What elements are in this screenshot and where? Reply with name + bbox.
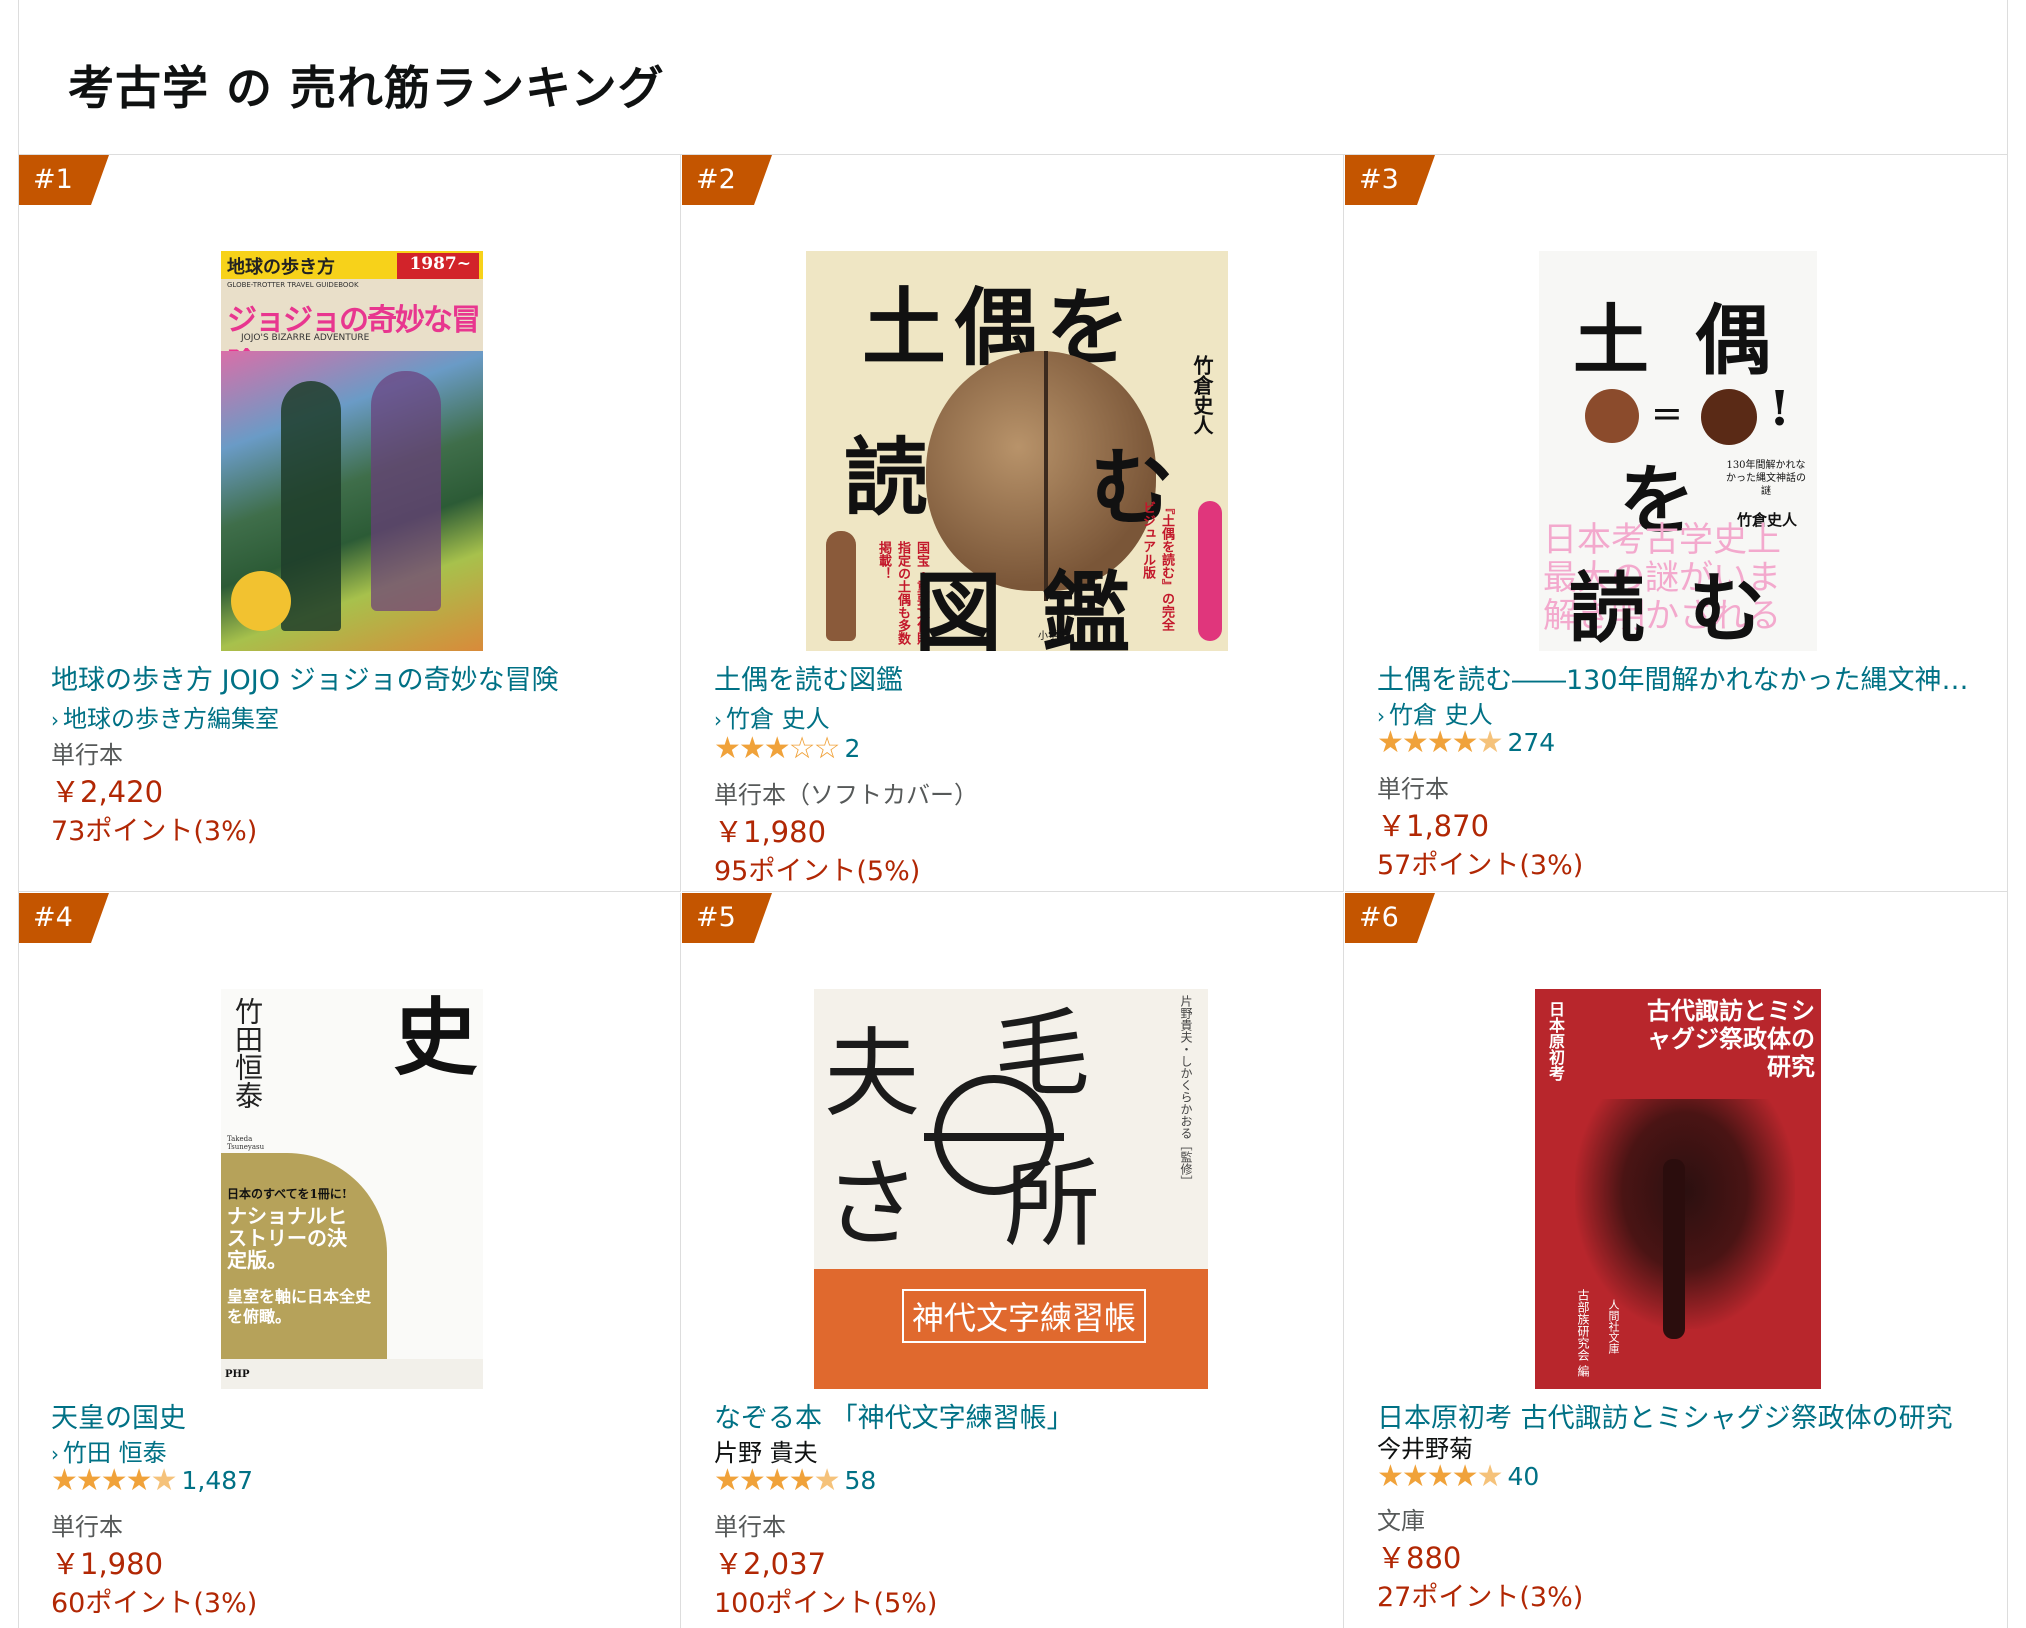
price: ￥880: [1377, 1541, 1462, 1575]
book-cover-image[interactable]: 土偶を 竹倉史人 読 む 国宝・重要文化財指定の土偶も多数掲載！ 図 鑑 『土偶…: [806, 251, 1228, 651]
star-rating-icon: ★★★★★: [714, 1462, 840, 1498]
ranking-item: #4 竹田恒泰 Takeda Tsuneyasu 天皇の国史 日本のすべてを1冊…: [19, 893, 681, 1628]
price: ￥1,870: [1377, 809, 1490, 843]
price: ￥2,420: [51, 775, 164, 809]
book-cover-image[interactable]: 夫 毛 さ 所 片野貴夫・しかくらかおる［監修］ 神代文字練習帳: [814, 989, 1208, 1389]
star-rating[interactable]: ★★★☆☆ 2: [714, 730, 860, 766]
price: ￥1,980: [714, 815, 827, 849]
star-rating-icon: ★★★★★: [1377, 724, 1503, 760]
book-title-link[interactable]: なぞる本 「神代文字練習帳」: [714, 1396, 1324, 1435]
star-rating[interactable]: ★★★★★ 40: [1377, 1458, 1539, 1494]
book-cover-image[interactable]: 土 偶 = ! を 130年間解かれなかった縄文神話の謎 竹倉史人 日本考古学史…: [1539, 251, 1817, 651]
book-cover-image[interactable]: 地球の歩き方 1987~ GLOBE-TROTTER TRAVEL GUIDEB…: [221, 251, 483, 651]
cover-blurb-2: ナショナルヒストリーの決定版。: [227, 1204, 347, 1272]
cover-publisher: PHP: [225, 1369, 250, 1380]
cover-title-5: む: [1689, 564, 1765, 651]
rank-badge: #3: [1345, 155, 1435, 205]
cover-series-title: 地球の歩き方: [227, 257, 335, 278]
cover-title-bottom: 図: [914, 561, 1003, 651]
rank-badge: #4: [19, 893, 109, 943]
chevron-right-icon: ›: [51, 708, 59, 732]
book-format: 単行本（ソフトカバー）: [714, 781, 978, 809]
cover-note: 130年間解かれなかった縄文神話の謎: [1726, 460, 1806, 497]
chevron-right-icon: ›: [714, 708, 722, 732]
star-rating-icon: ★★★☆☆: [714, 730, 840, 766]
price: ￥1,980: [51, 1547, 164, 1581]
author-link[interactable]: › 竹倉 史人: [714, 699, 830, 734]
rank-badge: #6: [1345, 893, 1435, 943]
star-rating[interactable]: ★★★★★ 58: [714, 1462, 876, 1498]
star-rating[interactable]: ★★★★★ 1,487: [51, 1462, 253, 1498]
cover-band-title: 神代文字練習帳: [902, 1289, 1147, 1343]
review-count[interactable]: 2: [844, 734, 860, 763]
review-count[interactable]: 40: [1507, 1462, 1539, 1491]
review-count[interactable]: 274: [1507, 728, 1555, 757]
points: 95ポイント(5%): [714, 856, 921, 887]
cover-editor: 古部族研究会 編: [1576, 1289, 1590, 1377]
cover-side-title: 日本原初考: [1546, 1001, 1565, 1081]
book-format: 単行本: [714, 1513, 786, 1541]
star-rating-icon: ★★★★★: [51, 1462, 177, 1498]
cover-blurb-3: 皇室を軸に日本全史を俯瞰。: [227, 1287, 372, 1326]
cover-english-title: JOJO'S BIZARRE ADVENTURE: [241, 333, 370, 343]
points: 73ポイント(3%): [51, 816, 258, 847]
book-title-link[interactable]: 土偶を読む――130年間解かれなかった縄文神話の謎: [1377, 658, 1987, 697]
ranking-item: #5 夫 毛 さ 所 片野貴夫・しかくらかおる［監修］ 神代文字練習帳 なぞる本…: [682, 893, 1344, 1628]
review-count[interactable]: 58: [844, 1466, 876, 1495]
points: 57ポイント(3%): [1377, 850, 1584, 881]
author-link[interactable]: › 地球の歩き方編集室: [51, 699, 279, 734]
cover-title-1: 土: [1573, 296, 1649, 385]
cover-main-title: 天皇の国史: [380, 993, 483, 1329]
ranking-item: #3 土 偶 = ! を 130年間解かれなかった縄文神話の謎 竹倉史人 日本考…: [1345, 155, 2007, 892]
cover-title-4: 読: [1569, 564, 1645, 651]
page-title: 考古学 の 売れ筋ランキング: [68, 61, 665, 115]
star-rating[interactable]: ★★★★★ 274: [1377, 724, 1555, 760]
points: 27ポイント(3%): [1377, 1582, 1584, 1613]
rank-badge: #5: [682, 893, 772, 943]
cover-author: 片野貴夫・しかくらかおる［監修］: [1179, 995, 1193, 1187]
book-format: 単行本: [51, 1513, 123, 1541]
cover-subtitle: GLOBE-TROTTER TRAVEL GUIDEBOOK: [227, 281, 359, 289]
ranking-item: #1 地球の歩き方 1987~ GLOBE-TROTTER TRAVEL GUI…: [19, 155, 681, 892]
book-title-link[interactable]: 土偶を読む図鑑: [714, 658, 1324, 697]
cover-title-2: 偶: [1695, 296, 1771, 385]
author-name: 地球の歩き方編集室: [63, 705, 279, 733]
points: 100ポイント(5%): [714, 1588, 938, 1619]
ranking-grid: #1 地球の歩き方 1987~ GLOBE-TROTTER TRAVEL GUI…: [19, 154, 2007, 1628]
book-cover-image[interactable]: 竹田恒泰 Takeda Tsuneyasu 天皇の国史 日本のすべてを1冊に! …: [221, 989, 483, 1389]
book-title-link[interactable]: 天皇の国史: [51, 1396, 661, 1435]
cover-year: 1987~: [409, 254, 471, 274]
book-format: 文庫: [1377, 1507, 1425, 1535]
author-name: 竹倉 史人: [726, 705, 830, 733]
book-cover-image[interactable]: 日本原初考 古代諏訪とミシャグジ祭政体の研究 古部族研究会 編 人間社文庫: [1535, 989, 1821, 1389]
cover-band-text: 『土偶を読む』の完全ビジュアル版: [1140, 501, 1174, 631]
book-format: 単行本: [1377, 775, 1449, 803]
cover-author: 竹倉史人: [1190, 355, 1214, 435]
points: 60ポイント(3%): [51, 1588, 258, 1619]
cover-equals: =: [1651, 391, 1683, 435]
cover-main-title: 古代諏訪とミシャグジ祭政体の研究: [1647, 996, 1815, 1081]
review-count[interactable]: 1,487: [181, 1466, 253, 1495]
cover-title-left: 読: [844, 428, 929, 527]
ranking-item: #2 土偶を 竹倉史人 読 む 国宝・重要文化財指定の土偶も多数掲載！ 図 鑑 …: [682, 155, 1344, 892]
cover-publisher: 小学館: [1038, 631, 1068, 642]
star-rating-icon: ★★★★★: [1377, 1458, 1503, 1494]
cover-blurb-1: 日本のすべてを1冊に!: [227, 1187, 348, 1201]
cover-publisher: 人間社文庫: [1607, 1299, 1620, 1354]
rank-badge: #2: [682, 155, 772, 205]
cover-author: 竹田恒泰: [231, 997, 264, 1109]
ranking-item: #6 日本原初考 古代諏訪とミシャグジ祭政体の研究 古部族研究会 編 人間社文庫…: [1345, 893, 2007, 1628]
book-title-link[interactable]: 地球の歩き方 JOJO ジョジョの奇妙な冒険: [51, 658, 661, 697]
cover-author-romaji: Takeda Tsuneyasu: [227, 1135, 265, 1151]
book-format: 単行本: [51, 741, 123, 769]
price: ￥2,037: [714, 1547, 827, 1581]
rank-badge: #1: [19, 155, 109, 205]
cover-exclamation: !: [1769, 381, 1791, 437]
